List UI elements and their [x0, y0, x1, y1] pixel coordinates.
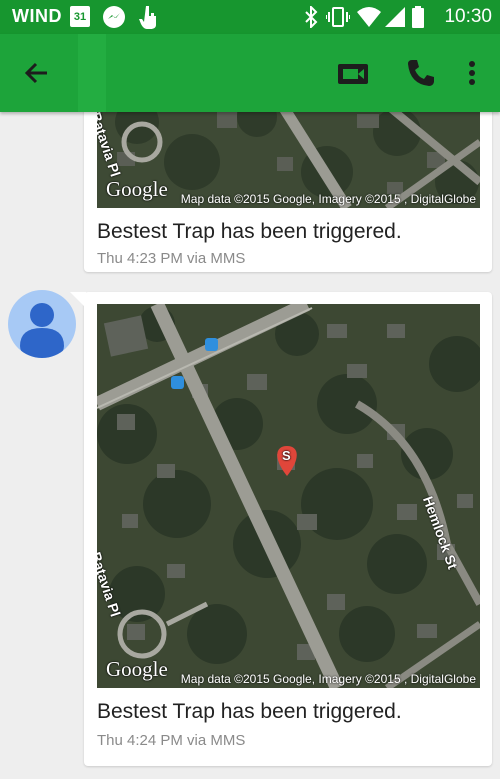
hand-icon: [137, 4, 159, 35]
clock: 10:30: [444, 6, 492, 27]
bluetooth-icon: [304, 4, 318, 33]
vibrate-icon: [325, 6, 351, 33]
app-bar-accent: [78, 34, 106, 112]
carrier-name: WIND: [12, 6, 62, 26]
conversation-list[interactable]: Batavia Pl Google Map data ©2015 Google,…: [0, 112, 500, 779]
status-bar: WIND 31 10:30: [0, 0, 500, 34]
message-bubble[interactable]: S Batavia Pl Hemlock St Google Map data …: [70, 292, 492, 766]
message-timestamp: Thu 4:24 PM via MMS: [97, 732, 246, 749]
map-marker-label: S: [282, 448, 291, 463]
map-brand: Google: [106, 177, 168, 201]
app-bar: [0, 34, 500, 112]
message-text: Bestest Trap has been triggered.: [97, 700, 402, 723]
more-vert-icon[interactable]: [461, 56, 483, 90]
map-image[interactable]: Batavia Pl Google Map data ©2015 Google,…: [97, 112, 480, 208]
phone-call-icon[interactable]: [404, 56, 438, 90]
map-attribution: Map data ©2015 Google, Imagery ©2015 , D…: [180, 672, 476, 686]
bubble-tail: [70, 292, 86, 308]
messenger-icon: [103, 6, 125, 28]
message-timestamp: Thu 4:23 PM via MMS: [97, 250, 246, 267]
wifi-icon: [356, 6, 382, 33]
video-call-icon[interactable]: [336, 58, 370, 88]
map-image[interactable]: S Batavia Pl Hemlock St Google Map data …: [97, 304, 480, 688]
signal-icon: [384, 6, 406, 33]
message-text: Bestest Trap has been triggered.: [97, 220, 402, 243]
map-attribution: Map data ©2015 Google, Imagery ©2015 , D…: [180, 192, 476, 206]
avatar[interactable]: [8, 290, 76, 358]
calendar-icon: 31: [70, 6, 90, 27]
battery-icon: [412, 6, 424, 33]
back-arrow-icon[interactable]: [20, 56, 54, 90]
message-bubble[interactable]: Batavia Pl Google Map data ©2015 Google,…: [84, 112, 492, 272]
map-brand: Google: [106, 657, 168, 681]
